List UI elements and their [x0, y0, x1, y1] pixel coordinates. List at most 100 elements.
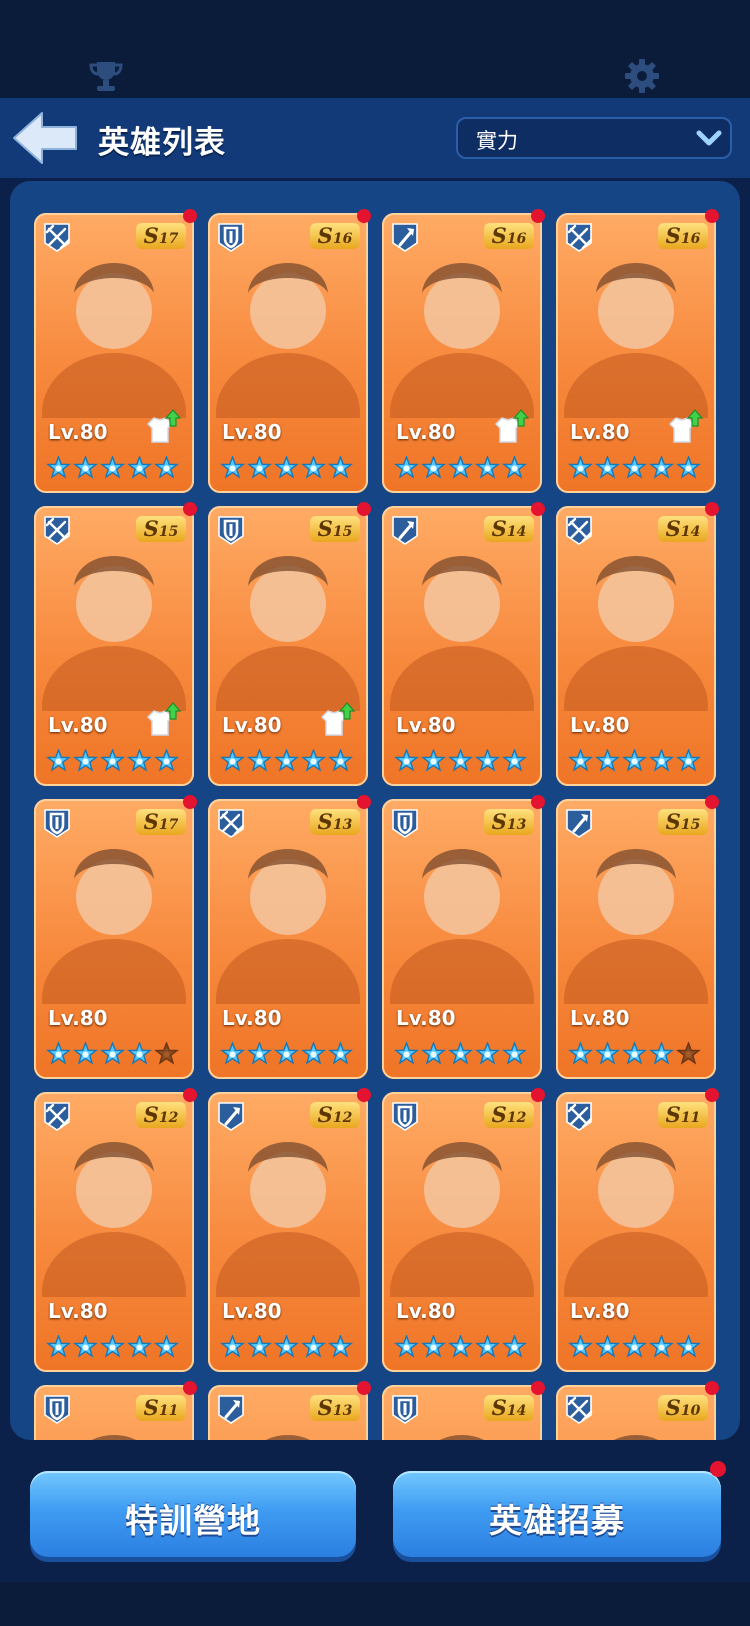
- hero-card[interactable]: S11: [34, 1385, 194, 1440]
- training-camp-button[interactable]: 特訓營地: [30, 1471, 356, 1557]
- hero-level: Lv.80: [396, 713, 456, 737]
- star-rating: [46, 456, 179, 480]
- notification-dot: [531, 1381, 545, 1395]
- hero-grade-badge: S11: [658, 1102, 708, 1128]
- hero-card[interactable]: S15 Lv.80: [34, 506, 194, 786]
- hero-card[interactable]: S12 Lv.80: [208, 1092, 368, 1372]
- notification-dot: [183, 1088, 197, 1102]
- star-icon: [220, 749, 245, 772]
- star-icon: [475, 749, 500, 772]
- shield-icon: [44, 1395, 70, 1424]
- crossbow-icon: [218, 809, 245, 838]
- hero-grade-badge: S14: [484, 1395, 534, 1421]
- star-icon: [622, 1042, 647, 1065]
- star-icon: [394, 1042, 419, 1065]
- hero-card[interactable]: S15 Lv.80: [556, 799, 716, 1079]
- star-rating: [394, 1042, 527, 1066]
- notification-dot: [705, 1381, 719, 1395]
- hero-card[interactable]: S16 Lv.80: [556, 213, 716, 493]
- star-icon: [73, 456, 98, 479]
- grade-number: 15: [332, 524, 353, 540]
- notification-dot: [183, 1381, 197, 1395]
- hero-card[interactable]: S11 Lv.80: [556, 1092, 716, 1372]
- star-icon: [622, 749, 647, 772]
- star-icon: [274, 1042, 299, 1065]
- hero-card[interactable]: S14 Lv.80: [382, 506, 542, 786]
- star-icon: [595, 456, 620, 479]
- notification-dot: [183, 209, 197, 223]
- star-icon: [421, 456, 446, 479]
- star-icon: [502, 1042, 527, 1065]
- star-rating: [220, 1042, 353, 1066]
- upgrade-available-icon: [668, 409, 704, 443]
- grade-letter: S: [491, 223, 507, 248]
- gear-icon[interactable]: [622, 56, 662, 96]
- star-icon: [394, 749, 419, 772]
- hero-grade-badge: S17: [136, 809, 186, 835]
- hero-card[interactable]: S15 Lv.80: [208, 506, 368, 786]
- hero-grade-badge: S12: [484, 1102, 534, 1128]
- hero-recruit-button[interactable]: 英雄招募: [393, 1471, 721, 1557]
- hero-level: Lv.80: [48, 713, 108, 737]
- star-icon: [622, 1335, 647, 1358]
- star-rating: [394, 749, 527, 773]
- hero-card[interactable]: S10: [556, 1385, 716, 1440]
- star-icon: [421, 1042, 446, 1065]
- hero-card[interactable]: S16 Lv.80: [208, 213, 368, 493]
- notification-dot: [710, 1461, 726, 1477]
- hero-level: Lv.80: [396, 420, 456, 444]
- hero-grade-badge: S17: [136, 223, 186, 249]
- star-rating: [46, 1335, 179, 1359]
- grade-letter: S: [143, 516, 159, 541]
- hero-card[interactable]: S13 Lv.80: [208, 799, 368, 1079]
- star-icon: [475, 456, 500, 479]
- star-icon: [595, 1042, 620, 1065]
- hero-card[interactable]: S14 Lv.80: [556, 506, 716, 786]
- hero-card[interactable]: S13 Lv.80: [382, 799, 542, 1079]
- hero-card[interactable]: S17 Lv.80: [34, 213, 194, 493]
- star-icon: [301, 749, 326, 772]
- star-rating: [46, 749, 179, 773]
- sort-dropdown[interactable]: 實力: [456, 117, 732, 159]
- hero-level: Lv.80: [48, 420, 108, 444]
- upgrade-available-icon: [146, 409, 182, 443]
- back-button[interactable]: [10, 107, 80, 169]
- bottom-bar: [0, 1582, 750, 1626]
- star-rating: [220, 456, 353, 480]
- hero-card[interactable]: S14: [382, 1385, 542, 1440]
- hero-card[interactable]: S13: [208, 1385, 368, 1440]
- crossbow-icon: [566, 516, 593, 545]
- grade-letter: S: [665, 809, 681, 834]
- hero-level: Lv.80: [396, 1299, 456, 1323]
- grade-letter: S: [665, 1102, 681, 1127]
- chevron-down-icon: [696, 130, 722, 146]
- notification-dot: [357, 795, 371, 809]
- hero-card[interactable]: S16 Lv.80: [382, 213, 542, 493]
- grade-number: 15: [680, 817, 701, 833]
- hero-grade-badge: S13: [310, 1395, 360, 1421]
- hero-level: Lv.80: [570, 420, 630, 444]
- hero-card[interactable]: S17 Lv.80: [34, 799, 194, 1079]
- hero-list-panel[interactable]: S17 Lv.80 S16 Lv.80 S16 Lv.80 S16 Lv.80 S15 Lv.80…: [10, 181, 740, 1440]
- hero-card[interactable]: S12 Lv.80: [382, 1092, 542, 1372]
- hero-grade-badge: S13: [484, 809, 534, 835]
- back-arrow-icon: [13, 112, 77, 164]
- star-icon: [394, 456, 419, 479]
- trophy-icon[interactable]: [86, 56, 126, 96]
- star-icon: [247, 456, 272, 479]
- hero-card[interactable]: S12 Lv.80: [34, 1092, 194, 1372]
- star-icon: [127, 1042, 152, 1065]
- grade-number: 14: [506, 1403, 527, 1419]
- star-rating: [46, 1042, 179, 1066]
- grade-letter: S: [317, 1395, 333, 1420]
- upgrade-available-icon: [320, 702, 356, 736]
- star-icon: [328, 749, 353, 772]
- star-icon: [676, 1335, 701, 1358]
- star-icon: [448, 1042, 473, 1065]
- star-rating: [568, 1335, 701, 1359]
- shield-icon: [392, 1102, 418, 1131]
- notification-dot: [357, 209, 371, 223]
- star-icon: [568, 456, 593, 479]
- star-icon: [220, 1042, 245, 1065]
- star-icon: [154, 1335, 179, 1358]
